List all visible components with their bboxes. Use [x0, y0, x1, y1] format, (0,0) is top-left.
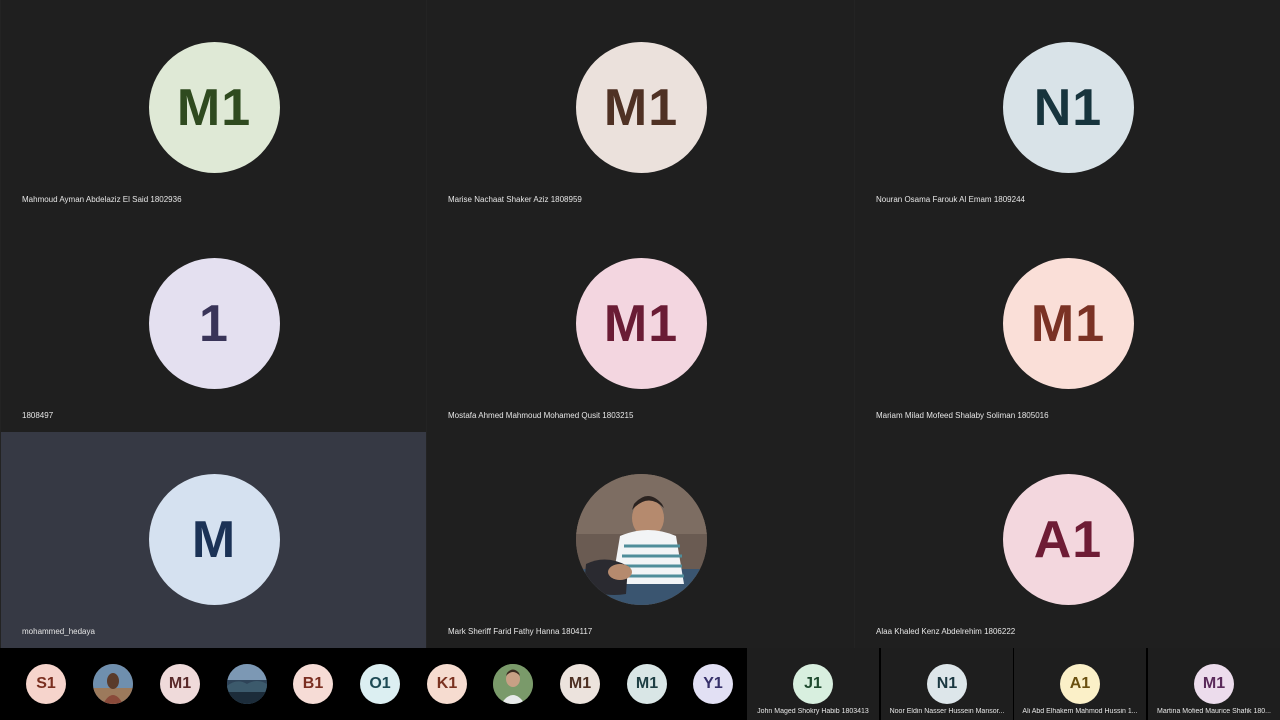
- strip-avatar[interactable]: S1: [26, 664, 66, 704]
- strip-participant-tile[interactable]: A1 Ali Abd Elhakem Mahmod Hussin 1...: [1014, 648, 1146, 720]
- avatar-initials: O1: [369, 675, 391, 692]
- participant-name: Mark Sheriff Farid Fathy Hanna 1804117: [448, 627, 593, 636]
- strip-participant-tile[interactable]: N1 Noor Eldin Nasser Hussein Mansor...: [881, 648, 1013, 720]
- landscape-photo-icon: [227, 664, 267, 704]
- strip-photo-avatar[interactable]: [493, 664, 533, 704]
- participant-name: 1808497: [22, 411, 54, 420]
- participant-name: mohammed_hedaya: [22, 627, 95, 636]
- avatar-initials: M1: [603, 78, 679, 137]
- participant-avatar: M: [148, 474, 280, 605]
- strip-participant-tile[interactable]: M1 Martina Mofied Maurice Shafik 180...: [1148, 648, 1280, 720]
- profile-photo-icon: [493, 664, 533, 704]
- participant-avatar: M1: [148, 42, 280, 173]
- strip-avatar[interactable]: O1: [360, 664, 400, 704]
- participant-tile[interactable]: 1 1808497: [0, 216, 426, 432]
- strip-avatar: A1: [1060, 664, 1100, 704]
- participant-name: Mostafa Ahmed Mahmoud Mohamed Qusit 1803…: [448, 411, 634, 420]
- participant-tile[interactable]: M1 Mariam Milad Mofeed Shalaby Soliman 1…: [854, 216, 1280, 432]
- strip-avatar: M1: [1194, 664, 1234, 704]
- participant-tile[interactable]: N1 Nouran Osama Farouk Al Emam 1809244: [854, 0, 1280, 216]
- participant-name: John Maged Shokry Habib 1803413: [757, 708, 869, 715]
- avatar-initials: M1: [168, 675, 192, 692]
- strip-avatar: N1: [927, 664, 967, 704]
- avatar-initials: M1: [568, 675, 592, 692]
- meeting-window: M1 Mahmoud Ayman Abdelaziz El Said 18029…: [0, 0, 1280, 720]
- avatar-initials: Y1: [703, 675, 723, 692]
- participant-name: Alaa Khaled Kenz Abdelrehim 1806222: [876, 627, 1016, 636]
- strip-photo-avatar[interactable]: [93, 664, 133, 704]
- avatar-initials: A1: [1033, 510, 1103, 569]
- avatar-initials: M: [191, 510, 237, 569]
- participant-tile-active-speaker[interactable]: M mohammed_hedaya: [0, 432, 426, 648]
- participant-tile[interactable]: A1 Alaa Khaled Kenz Abdelrehim 1806222: [854, 432, 1280, 648]
- strip-avatar: J1: [793, 664, 833, 704]
- avatar-initials: M1: [635, 675, 659, 692]
- avatar-initials: M1: [1030, 294, 1106, 353]
- participant-name: Noor Eldin Nasser Hussein Mansor...: [889, 708, 1005, 715]
- participant-avatar: A1: [1002, 474, 1134, 605]
- strip-avatar[interactable]: K1: [427, 664, 467, 704]
- participant-name: Mariam Milad Mofeed Shalaby Soliman 1805…: [876, 411, 1049, 420]
- avatar-initials: M1: [1202, 675, 1226, 692]
- participant-avatar: M1: [575, 42, 707, 173]
- strip-avatar[interactable]: B1: [293, 664, 333, 704]
- participant-avatar: N1: [1002, 42, 1134, 173]
- participant-tile[interactable]: Mark Sheriff Farid Fathy Hanna 1804117: [426, 432, 854, 648]
- participant-name: Ali Abd Elhakem Mahmod Hussin 1...: [1022, 708, 1138, 715]
- participant-tile[interactable]: M1 Mahmoud Ayman Abdelaziz El Said 18029…: [0, 0, 426, 216]
- participant-name: Marise Nachaat Shaker Aziz 1808959: [448, 195, 582, 204]
- avatar-initials: N1: [1033, 78, 1103, 137]
- strip-participant-tile[interactable]: J1 John Maged Shokry Habib 1803413: [747, 648, 879, 720]
- video-grid: M1 Mahmoud Ayman Abdelaziz El Said 18029…: [0, 0, 1280, 648]
- avatar-initials: 1: [199, 294, 229, 353]
- participant-name: Mahmoud Ayman Abdelaziz El Said 1802936: [22, 195, 182, 204]
- strip-avatar[interactable]: M1: [560, 664, 600, 704]
- avatar-initials: J1: [804, 675, 822, 692]
- participant-name: Martina Mofied Maurice Shafik 180...: [1157, 708, 1271, 715]
- participant-avatar: 1: [148, 258, 280, 389]
- avatar-initials: B1: [302, 675, 324, 692]
- avatar-initials: S1: [36, 675, 56, 692]
- participant-avatar: M1: [575, 258, 707, 389]
- participant-tile[interactable]: M1 Mostafa Ahmed Mahmoud Mohamed Qusit 1…: [426, 216, 854, 432]
- participant-strip: S1 M1 B1 O1 K1 M1 M1 Y1 J1 John Maged Sh…: [0, 648, 1280, 720]
- strip-avatar[interactable]: M1: [627, 664, 667, 704]
- strip-photo-avatar[interactable]: [227, 664, 267, 704]
- avatar-initials: K1: [436, 675, 458, 692]
- avatar-initials: N1: [936, 675, 958, 692]
- profile-photo-icon: [93, 664, 133, 704]
- strip-avatar[interactable]: Y1: [693, 664, 733, 704]
- strip-avatar[interactable]: M1: [160, 664, 200, 704]
- avatar-initials: M1: [603, 294, 679, 353]
- participant-tile[interactable]: M1 Marise Nachaat Shaker Aziz 1808959: [426, 0, 854, 216]
- participant-avatar: M1: [1002, 258, 1134, 389]
- avatar-initials: A1: [1069, 675, 1091, 692]
- participant-name: Nouran Osama Farouk Al Emam 1809244: [876, 195, 1025, 204]
- profile-photo-icon: [575, 474, 707, 605]
- avatar-initials: M1: [176, 78, 252, 137]
- participant-photo-avatar: [575, 474, 707, 605]
